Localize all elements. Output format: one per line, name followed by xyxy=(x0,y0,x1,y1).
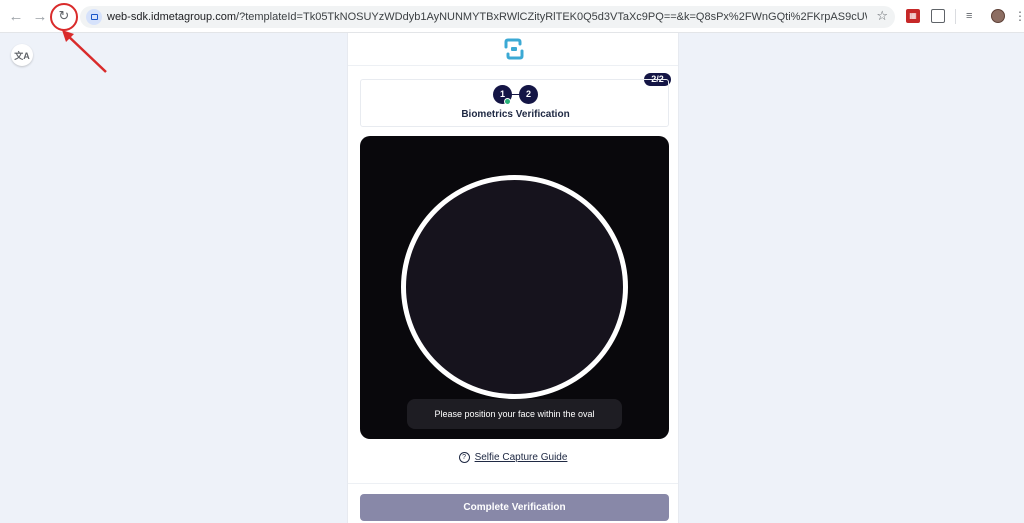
selfie-guide-label: Selfie Capture Guide xyxy=(474,452,568,463)
red-extension-icon[interactable]: ▦ xyxy=(906,9,920,23)
forward-button[interactable]: → xyxy=(29,5,51,27)
footer-divider xyxy=(348,483,678,484)
address-bar[interactable]: web-sdk.idmetagroup.com/?templateId=Tk05… xyxy=(80,6,895,28)
brand-logo-icon xyxy=(504,38,524,60)
face-oval-guide xyxy=(401,175,628,399)
step-2-indicator: 2 xyxy=(519,85,538,104)
url-text[interactable]: web-sdk.idmetagroup.com/?templateId=Tk05… xyxy=(107,10,867,24)
url-path: /?templateId=Tk05TkNOSUYzWDdyb1AyNUNMYTB… xyxy=(236,11,867,23)
verification-card: 2/2 1 2 Biometrics Verification Please p… xyxy=(347,33,679,523)
annotation-circle xyxy=(50,3,78,31)
profile-avatar[interactable] xyxy=(991,9,1005,23)
logo-header xyxy=(348,33,678,66)
selfie-guide-link[interactable]: ? Selfie Capture Guide xyxy=(348,451,678,463)
puzzle-icon[interactable] xyxy=(931,9,945,23)
progress-stepper: 1 2 Biometrics Verification xyxy=(360,79,669,127)
star-icon[interactable]: ☆ xyxy=(876,8,888,24)
check-icon xyxy=(504,98,511,105)
complete-verification-button[interactable]: Complete Verification xyxy=(360,494,669,521)
media-icon[interactable]: ≡ xyxy=(966,9,980,23)
arrow-left-icon: ← xyxy=(8,7,24,25)
toolbar-divider xyxy=(955,9,956,24)
camera-hint: Please position your face within the ova… xyxy=(407,399,622,429)
url-host: web-sdk.idmetagroup.com xyxy=(107,11,237,23)
annotation-arrow-icon xyxy=(62,30,107,73)
help-icon: ? xyxy=(458,452,470,463)
browser-toolbar: ← → ↻ web-sdk.idmetagroup.com/?templateI… xyxy=(0,0,1024,73)
site-info-icon[interactable] xyxy=(86,9,102,25)
menu-icon[interactable]: ⋮ xyxy=(1014,9,1024,23)
translate-icon[interactable]: 文A xyxy=(11,44,33,66)
back-button[interactable]: ← xyxy=(5,5,27,27)
camera-preview: Please position your face within the ova… xyxy=(360,136,669,439)
step-title: Biometrics Verification xyxy=(461,109,570,120)
arrow-right-icon: → xyxy=(32,7,48,25)
